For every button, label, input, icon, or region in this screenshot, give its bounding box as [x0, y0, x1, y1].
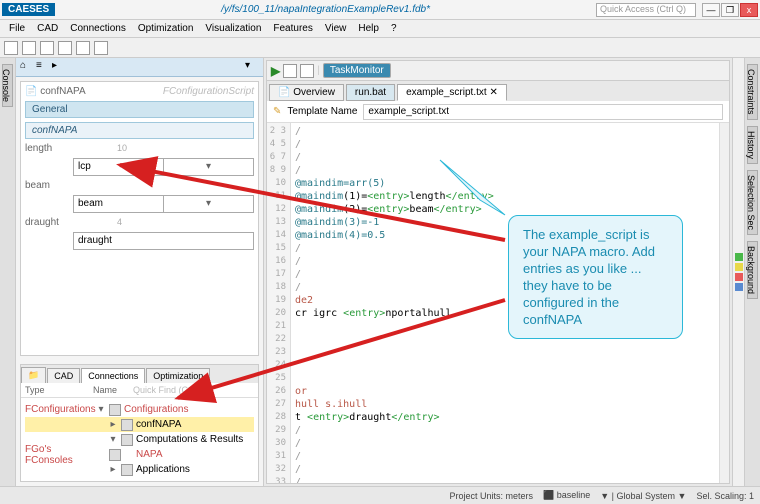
- col-type: Type: [25, 385, 93, 395]
- line-gutter: 2 3 4 5 6 7 8 9 10 11 12 13 14 15 16 17 …: [267, 123, 291, 483]
- status-coord[interactable]: Global System: [617, 491, 676, 501]
- tree-computations[interactable]: Computations & Results: [136, 434, 243, 445]
- col-name: Name: [93, 385, 133, 395]
- edit-icon: ✎: [273, 106, 281, 117]
- tree-tab-cad[interactable]: CAD: [47, 368, 80, 383]
- tab-overview[interactable]: 📄 Overview: [269, 84, 344, 101]
- tree-confnapa[interactable]: confNAPA: [136, 419, 181, 430]
- dock-tab-background[interactable]: Background: [747, 241, 758, 299]
- title-bar: CAESES /y/fs/100_11/napaIntegrationExamp…: [0, 0, 760, 20]
- tree-tab-connections[interactable]: Connections: [81, 368, 145, 383]
- template-name-label: Template Name: [287, 106, 357, 117]
- label-beam: beam: [25, 180, 69, 191]
- save-icon[interactable]: [300, 64, 314, 78]
- label-draught: draught: [25, 217, 69, 228]
- home-icon[interactable]: ⌂: [20, 60, 34, 74]
- section-general[interactable]: General: [25, 101, 254, 118]
- dock-tab-constraints[interactable]: Constraints: [747, 64, 758, 120]
- tool-icon[interactable]: [94, 41, 108, 55]
- tab-runbat[interactable]: run.bat: [346, 84, 395, 101]
- quick-find[interactable]: Quick Find (Ctrl F): [133, 385, 254, 395]
- menu-features[interactable]: Features: [268, 22, 317, 35]
- menu-view[interactable]: View: [320, 22, 352, 35]
- project-tree-panel: 📁 CAD Connections Optimization Type Name…: [20, 364, 259, 482]
- menu-visualization[interactable]: Visualization: [200, 22, 266, 35]
- maximize-button[interactable]: ❐: [721, 3, 739, 17]
- folder-icon: [109, 404, 121, 416]
- status-chip-red[interactable]: [735, 273, 743, 281]
- app-brand: CAESES: [2, 3, 55, 16]
- nav-icon[interactable]: ▸: [52, 60, 66, 74]
- tree-tab-folder[interactable]: 📁: [21, 367, 46, 383]
- tool-icon[interactable]: [22, 41, 36, 55]
- gear-icon: [121, 464, 133, 476]
- tool-icon[interactable]: [76, 41, 90, 55]
- label-length: length: [25, 143, 69, 154]
- tab-taskmonitor[interactable]: TaskMonitor: [323, 63, 391, 78]
- tree-napa[interactable]: NAPA: [124, 449, 163, 460]
- dock-tab-history[interactable]: History: [747, 126, 758, 164]
- menu-connections[interactable]: Connections: [65, 22, 131, 35]
- main-toolbar: [0, 38, 760, 58]
- chevron-down-icon[interactable]: ▾: [163, 196, 253, 212]
- open-icon[interactable]: [283, 64, 297, 78]
- template-name-input[interactable]: [363, 104, 723, 120]
- config-title: confNAPA: [40, 86, 85, 97]
- menu-file[interactable]: File: [4, 22, 30, 35]
- folder-icon: [121, 434, 133, 446]
- tool-icon[interactable]: [58, 41, 72, 55]
- chevron-down-icon[interactable]: ▾: [245, 60, 259, 74]
- input-length[interactable]: lcp▾: [73, 158, 254, 176]
- minimize-button[interactable]: —: [702, 3, 720, 17]
- menu-cad[interactable]: CAD: [32, 22, 63, 35]
- panel-toolbar: ⌂ ≡ ▸ ▾: [16, 58, 263, 77]
- chevron-down-icon[interactable]: ▾: [163, 159, 253, 175]
- section-confnapa[interactable]: confNAPA: [25, 122, 254, 139]
- input-draught[interactable]: [73, 232, 254, 250]
- tab-example-script[interactable]: example_script.txt ✕: [397, 84, 507, 101]
- menu-optimization[interactable]: Optimization: [133, 22, 199, 35]
- color-chip-bar: [732, 58, 744, 486]
- left-dock: Console: [0, 58, 16, 486]
- close-button[interactable]: x: [740, 3, 758, 17]
- status-chip-green[interactable]: [735, 253, 743, 261]
- tree-configs[interactable]: Configurations: [124, 404, 188, 415]
- tool-icon[interactable]: [4, 41, 18, 55]
- menu-help[interactable]: Help: [353, 22, 384, 35]
- tool-icon[interactable]: [40, 41, 54, 55]
- status-units: Project Units: meters: [449, 491, 533, 501]
- script-icon: [121, 419, 133, 431]
- document-path: /y/fs/100_11/napaIntegrationExampleRev1.…: [55, 4, 596, 15]
- scrollbar[interactable]: [719, 123, 729, 483]
- quick-access-input[interactable]: Quick Access (Ctrl Q): [596, 3, 696, 17]
- status-baseline[interactable]: baseline: [557, 490, 591, 500]
- right-dock: Constraints History Selection Sec Backgr…: [744, 58, 760, 486]
- input-beam[interactable]: beam▾: [73, 195, 254, 213]
- menu-bar: File CAD Connections Optimization Visual…: [0, 20, 760, 38]
- status-chip-yellow[interactable]: [735, 263, 743, 271]
- run-button[interactable]: ▶: [271, 64, 280, 78]
- menu-about[interactable]: ?: [386, 22, 402, 35]
- dock-tab-console[interactable]: Console: [2, 64, 13, 107]
- app-icon: [109, 449, 121, 461]
- tree-applications[interactable]: Applications: [136, 464, 190, 475]
- status-bar: Project Units: meters ⬛ baseline ▼ | Glo…: [0, 486, 760, 504]
- close-tab-icon[interactable]: ✕: [489, 87, 497, 98]
- menu-icon[interactable]: ≡: [36, 60, 50, 74]
- dock-tab-selection[interactable]: Selection Sec: [747, 170, 758, 235]
- config-type-badge: FConfigurationScript: [163, 86, 254, 97]
- annotation-callout: The example_script is your NAPA macro. A…: [508, 215, 683, 339]
- status-chip-blue[interactable]: [735, 283, 743, 291]
- config-panel: 📄 confNAPA FConfigurationScript General …: [20, 81, 259, 356]
- tree-tab-optimization[interactable]: Optimization: [146, 368, 210, 383]
- status-scaling: Sel. Scaling: 1: [696, 491, 754, 501]
